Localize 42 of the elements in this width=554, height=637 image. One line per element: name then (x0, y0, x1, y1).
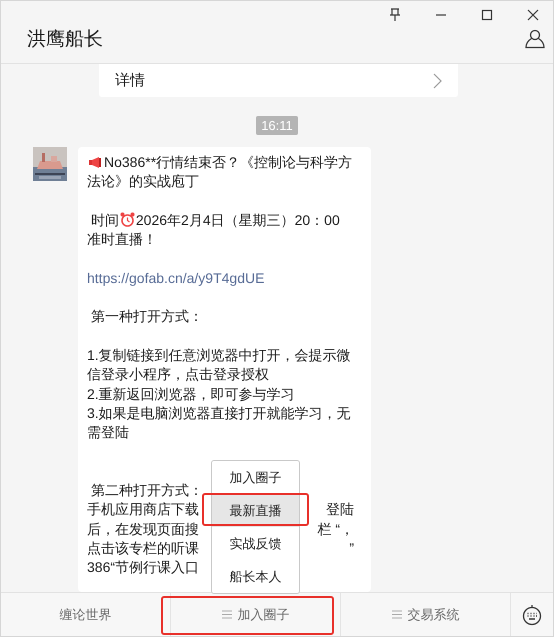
details-label: 详情 (115, 71, 145, 90)
message-text: 栏 “， (317, 520, 355, 539)
message-text: 第一种打开方式： (90, 307, 204, 326)
close-icon[interactable] (527, 9, 539, 21)
alarm-clock-icon (120, 212, 135, 227)
menu-icon (222, 610, 232, 619)
menu-tab[interactable]: 交易系统 (341, 593, 511, 636)
details-card[interactable]: 详情 (99, 64, 458, 97)
menu-tab-label: 交易系统 (408, 606, 460, 624)
message-text: 第二种打开方式： (90, 481, 203, 500)
timestamp: 16:11 (256, 116, 298, 135)
message-text: 3.如果是电脑浏览器直接打开就能学习，无需登陆 (87, 404, 352, 442)
message-link[interactable]: https://gofab.cn/a/y9T4gdUE (87, 268, 362, 288)
message-text: 点击该专栏的听课 (87, 538, 199, 558)
chevron-right-icon (433, 72, 442, 88)
message-text: 准时直播！ (87, 230, 158, 250)
message-text: 法论》的实战庖丁 (87, 172, 200, 192)
menu-icon (392, 610, 402, 619)
person-icon[interactable] (525, 29, 545, 49)
megaphone-icon (88, 155, 103, 169)
menu-item[interactable]: 加入圈子 (212, 461, 299, 494)
keyboard-icon[interactable] (522, 604, 542, 626)
menu-item[interactable]: 实战反馈 (212, 527, 299, 560)
maximize-icon[interactable] (481, 9, 493, 21)
message-text: No386**行情结束否？《控制论与科学方 (104, 154, 352, 170)
message-text: 1.复制链接到任意浏览器中打开，会提示微信登录小程序，点击登录授权 (87, 346, 352, 384)
message-text: 后，在发现页面搜 (87, 520, 199, 539)
menu-tab[interactable]: 加入圈子 (171, 593, 341, 636)
message-text: 手机应用商店下载 (87, 500, 199, 520)
message-text: ” (349, 538, 355, 558)
menu-tab-label: 缠论世界 (60, 606, 112, 624)
pin-icon[interactable] (389, 8, 401, 22)
message-text: 2026年2月4日（星期三）20：00 (136, 212, 340, 228)
window-title: 洪鹰船长 (27, 28, 103, 52)
menu-item[interactable]: 最新直播 (212, 494, 299, 527)
message-text: 386“节例行课入口 (87, 558, 200, 578)
message-text: 登陆 (326, 500, 355, 520)
message-text: 时间 (90, 212, 119, 228)
message-text: 2.重新返回浏览器，即可参与学习 (87, 384, 296, 404)
menu-item[interactable]: 船长本人 (212, 560, 299, 593)
menu-tab[interactable]: 缠论世界 (1, 593, 171, 636)
menu-tab-label: 加入圈子 (238, 606, 290, 624)
